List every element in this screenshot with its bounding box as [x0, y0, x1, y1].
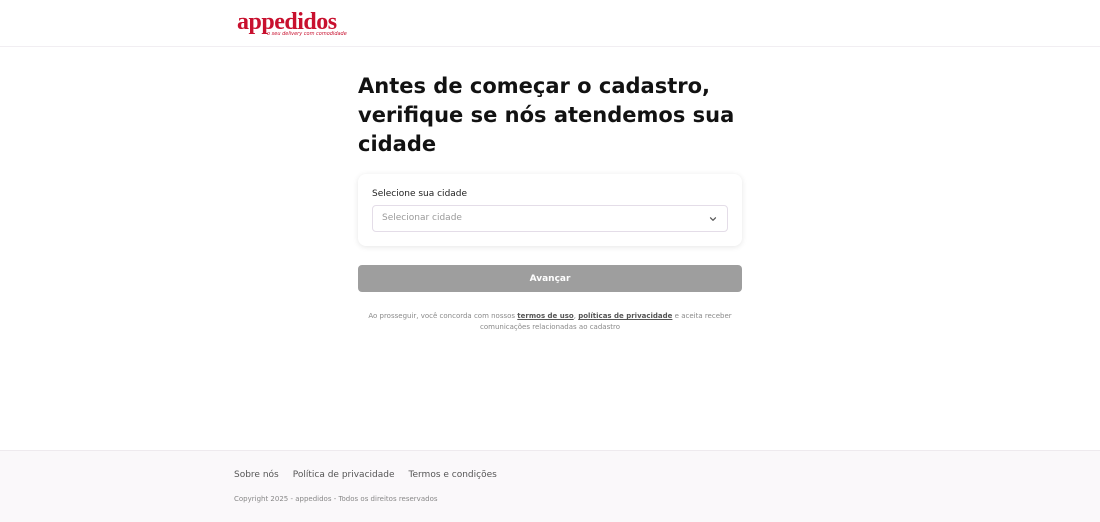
- footer: Sobre nós Política de privacidade Termos…: [0, 450, 1100, 522]
- city-select-placeholder: Selecionar cidade: [382, 213, 462, 223]
- header: appedidos o seu delivery com comodidade: [0, 0, 1100, 47]
- copyright: Copyright 2025 - appedidos - Todos os di…: [234, 495, 438, 503]
- footer-links: Sobre nós Política de privacidade Termos…: [234, 470, 497, 480]
- advance-button[interactable]: Avançar: [358, 265, 742, 292]
- page-title: Antes de começar o cadastro, verifique s…: [358, 74, 735, 156]
- legal-notice: Ao prosseguir, você concorda com nossos …: [368, 311, 732, 333]
- city-select-card: Selecione sua cidade Selecionar cidade: [358, 174, 742, 246]
- terms-of-use-link[interactable]: termos de uso: [517, 312, 573, 320]
- city-select-label: Selecione sua cidade: [372, 189, 468, 199]
- privacy-policy-link[interactable]: políticas de privacidade: [578, 312, 672, 320]
- chevron-down-icon: [709, 217, 717, 221]
- logo-tagline: o seu delivery com comodidade: [267, 31, 347, 37]
- legal-separator: ,: [573, 312, 576, 320]
- legal-prefix: Ao prosseguir, você concorda com nossos: [368, 312, 516, 320]
- brand-logo[interactable]: appedidos o seu delivery com comodidade: [237, 9, 347, 39]
- footer-link-privacy[interactable]: Política de privacidade: [293, 470, 395, 480]
- footer-link-about[interactable]: Sobre nós: [234, 470, 279, 480]
- city-select[interactable]: Selecionar cidade: [372, 205, 728, 232]
- footer-link-terms[interactable]: Termos e condições: [409, 470, 497, 480]
